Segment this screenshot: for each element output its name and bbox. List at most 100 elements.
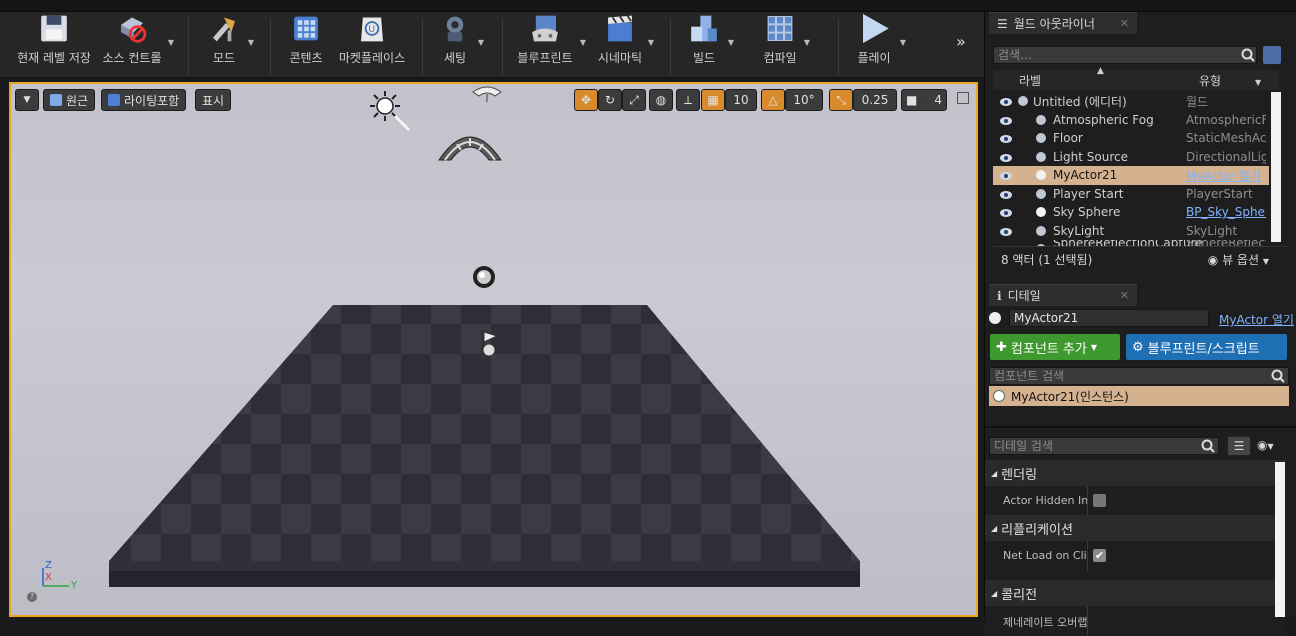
outliner-row-name: Sky Sphere [1053, 205, 1121, 220]
rotation-snap-toggle[interactable]: △ [761, 89, 785, 111]
translate-mode-button[interactable]: ✥ [574, 89, 598, 111]
actor-hidden-checkbox[interactable] [1093, 494, 1106, 507]
details-search-input[interactable]: 디테일 검색 [989, 437, 1219, 455]
sky-light-icon [1033, 224, 1049, 238]
net-load-checkbox[interactable]: ✔ [1093, 549, 1106, 562]
modes-button[interactable]: 모드 ▼ [204, 12, 254, 70]
column-label[interactable]: 라벨 [1019, 72, 1041, 89]
actor-class-link[interactable]: MyActor 열기 [1219, 311, 1294, 328]
play-button[interactable]: 플레이 ▼ [852, 12, 906, 70]
rotation-snap-value[interactable]: 10° [785, 89, 823, 111]
level-viewport[interactable]: ▼ 원근 라이팅포함 표시 ✥ ↻ ⤢ ◍ ⟂ ▦ 10 △ 10° ⤡ 0.2… [9, 82, 978, 617]
viewport-options-button[interactable]: ▼ [15, 89, 39, 111]
scale-snap-value[interactable]: 0.25 [853, 89, 897, 111]
component-instance-row[interactable]: MyActor21(인스턴스) [989, 386, 1289, 406]
outliner-row[interactable]: Player Start PlayerStart [993, 185, 1269, 204]
sky-sphere-icon [1033, 205, 1049, 219]
axis-z-label: Z [45, 560, 52, 571]
add-component-button[interactable]: ✚ 컴포넌트 추가 ▼ [990, 334, 1120, 360]
blueprint-script-label: 블루프린트/스크립트 [1147, 341, 1260, 357]
cinematics-dropdown-icon[interactable]: ▼ [648, 38, 654, 47]
view-mode-lit-button[interactable]: 라이팅포함 [101, 89, 187, 111]
category-replication[interactable]: ◢ 리플리케이션 [985, 515, 1285, 541]
outliner-row[interactable]: SkyLight SkyLight [993, 222, 1269, 241]
details-scrollbar[interactable] [1275, 462, 1285, 617]
component-search-input[interactable]: 컴포넌트 검색 [989, 367, 1289, 385]
visibility-eye-icon[interactable] [999, 133, 1013, 143]
category-rendering[interactable]: ◢ 렌더링 [985, 460, 1285, 486]
modes-dropdown-icon[interactable]: ▼ [248, 38, 254, 47]
visibility-eye-icon[interactable] [999, 152, 1013, 162]
compile-button[interactable]: 컴파일 ▼ [760, 12, 810, 70]
outliner-row[interactable]: Untitled (에디터) 월드 [993, 92, 1269, 111]
outliner-row[interactable]: MyActor21 MyActor 열기 [993, 166, 1269, 185]
settings-button[interactable]: 세팅 ▼ [436, 12, 484, 70]
toolbar-overflow-chevron-icon[interactable]: » [956, 32, 966, 51]
scale-icon: ⤢ [629, 92, 639, 107]
marketplace-button[interactable]: U 마켓플레이스 [336, 12, 408, 70]
visibility-eye-icon[interactable] [999, 170, 1013, 180]
build-dropdown-icon[interactable]: ▼ [728, 38, 734, 47]
source-control-button[interactable]: 소스 컨트롤 ▼ [100, 12, 174, 70]
outliner-scrollbar[interactable] [1271, 92, 1281, 242]
property-matrix-button[interactable]: ☰ [1227, 436, 1251, 456]
outliner-search-input[interactable]: 검색... [993, 46, 1257, 64]
compile-dropdown-icon[interactable]: ▼ [804, 38, 810, 47]
column-splitter[interactable] [1087, 606, 1088, 636]
help-icon[interactable]: ? [27, 592, 37, 602]
blueprints-button[interactable]: 블루프린트 ▼ [514, 12, 586, 70]
eye-icon: ◉ [1257, 438, 1268, 452]
show-flags-button[interactable]: 표시 [195, 89, 232, 111]
tab-world-outliner[interactable]: ☰ 월드 아웃라이너 ✕ [989, 12, 1137, 34]
perspective-button[interactable]: 원근 [43, 89, 96, 111]
surface-snap-button[interactable]: ⟂ [676, 89, 700, 111]
cinematics-button[interactable]: 시네마틱 ▼ [596, 12, 654, 70]
column-splitter[interactable] [1087, 486, 1088, 516]
column-type[interactable]: 유형 [1199, 72, 1221, 89]
outliner-row[interactable]: Floor StaticMeshActor [993, 129, 1269, 148]
outliner-row[interactable]: Sky Sphere BP_Sky_Sphere [993, 203, 1269, 222]
scale-snap-toggle[interactable]: ⤡ [829, 89, 853, 111]
outliner-row[interactable]: Light Source DirectionalLight [993, 148, 1269, 167]
title-bar [0, 0, 1296, 12]
content-button[interactable]: 콘텐츠 [284, 12, 328, 70]
grid-snap-value[interactable]: 10 [725, 89, 757, 111]
blueprint-script-button[interactable]: ⚙ 블루프린트/스크립트 [1126, 334, 1287, 360]
rotate-mode-button[interactable]: ↻ [598, 89, 622, 111]
build-button[interactable]: 빌드 ▼ [684, 12, 734, 70]
close-icon[interactable]: ✕ [1120, 17, 1129, 30]
visibility-eye-icon[interactable] [999, 115, 1013, 125]
visibility-eye-icon[interactable] [999, 207, 1013, 217]
visibility-eye-icon[interactable] [999, 96, 1013, 106]
details-view-options-button[interactable]: ◉▼ [1257, 438, 1287, 456]
visibility-eye-icon[interactable] [999, 189, 1013, 199]
actor-name-input[interactable]: MyActor21 [1009, 309, 1209, 327]
view-options-button[interactable]: ◉ 뷰 옵션 ▼ [1208, 251, 1269, 268]
camera-speed-button[interactable]: ■ 4 [901, 89, 947, 111]
world-local-toggle[interactable]: ◍ [649, 89, 673, 111]
visibility-eye-icon[interactable] [999, 226, 1013, 236]
move-arrows-icon: ✥ [580, 93, 592, 107]
tab-details[interactable]: ℹ 디테일 ✕ [989, 284, 1137, 306]
player-start-icon[interactable] [477, 328, 503, 360]
maximize-viewport-icon[interactable] [957, 92, 969, 104]
source-control-dropdown-icon[interactable]: ▼ [168, 38, 174, 47]
outliner-row-name: MyActor21 [1053, 168, 1118, 183]
play-dropdown-icon[interactable]: ▼ [900, 38, 906, 47]
scale-mode-button[interactable]: ⤢ [622, 89, 646, 111]
sky-light-icon[interactable] [435, 124, 505, 164]
settings-dropdown-icon[interactable]: ▼ [478, 38, 484, 47]
save-level-button[interactable]: 현재 레벨 저장 [16, 12, 92, 70]
column-dropdown-icon[interactable]: ▼ [1255, 78, 1261, 87]
grid-snap-toggle[interactable]: ▦ [701, 89, 725, 111]
add-folder-button[interactable] [1263, 46, 1281, 64]
outliner-row-type[interactable]: MyActor 열기 [1186, 167, 1266, 184]
column-splitter[interactable] [1087, 541, 1088, 571]
outliner-row-type: StaticMeshActor [1186, 131, 1266, 146]
blueprints-dropdown-icon[interactable]: ▼ [580, 38, 586, 47]
outliner-row[interactable]: Atmospheric Fog AtmosphericFog [993, 111, 1269, 130]
sphere-reflection-capture-icon[interactable] [471, 264, 497, 290]
close-icon[interactable]: ✕ [1120, 289, 1129, 302]
category-collision[interactable]: ◢ 콜리전 [985, 580, 1285, 606]
outliner-row-type[interactable]: BP_Sky_Sphere [1186, 205, 1266, 219]
